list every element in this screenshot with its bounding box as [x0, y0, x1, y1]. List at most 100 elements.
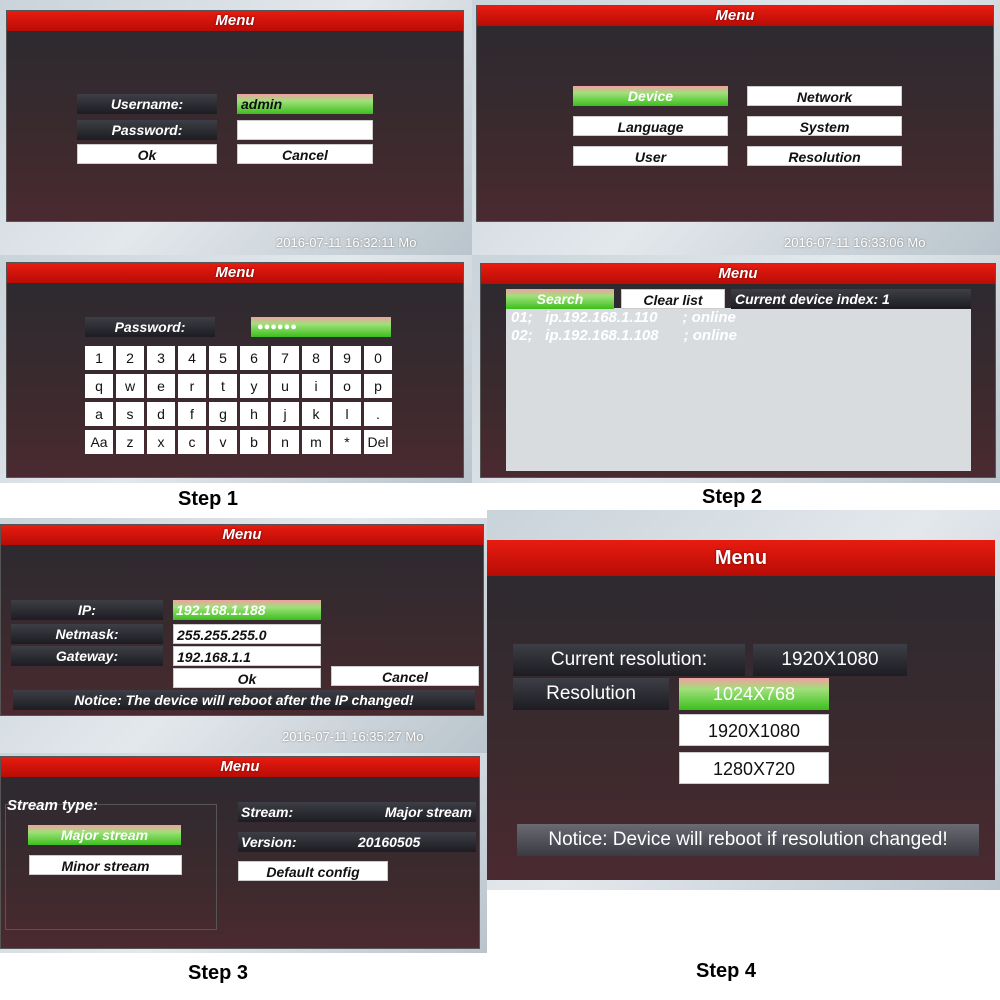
version-label: Version:	[241, 834, 297, 850]
key-w[interactable]: w	[116, 374, 144, 398]
menu-item-language[interactable]: Language	[573, 116, 728, 136]
ip-label: IP:	[11, 600, 163, 620]
ok-button[interactable]: Ok	[77, 144, 217, 164]
cancel-button[interactable]: Cancel	[331, 666, 479, 686]
photo-device-list: Menu Search Clear list Current device in…	[472, 255, 1000, 483]
key-8[interactable]: 8	[302, 346, 330, 370]
key-9[interactable]: 9	[333, 346, 361, 370]
netmask-label: Netmask:	[11, 624, 163, 644]
version-info: Version: 20160505	[238, 832, 476, 852]
menu-item-device[interactable]: Device	[573, 86, 728, 106]
key-2[interactable]: 2	[116, 346, 144, 370]
ip-notice: Notice: The device will reboot after the…	[13, 690, 475, 710]
key-l[interactable]: l	[333, 402, 361, 426]
key-r[interactable]: r	[178, 374, 206, 398]
network-panel: Menu IP: 192.168.1.188 Netmask: 255.255.…	[0, 524, 484, 716]
key-x[interactable]: x	[147, 430, 175, 454]
major-stream-button[interactable]: Major stream	[28, 825, 181, 845]
resolution-panel: Menu Current resolution: 1920X1080 Resol…	[487, 540, 995, 880]
key-g[interactable]: g	[209, 402, 237, 426]
key-6[interactable]: 6	[240, 346, 268, 370]
key-star[interactable]: *	[333, 430, 361, 454]
device-list-panel: Menu Search Clear list Current device in…	[480, 263, 996, 478]
key-k[interactable]: k	[302, 402, 330, 426]
password-field[interactable]	[237, 120, 373, 140]
key-aa[interactable]: Aa	[85, 430, 113, 454]
key-4[interactable]: 4	[178, 346, 206, 370]
index-label: Current device index:	[735, 291, 879, 307]
key-q[interactable]: q	[85, 374, 113, 398]
photo-resolution: Menu Current resolution: 1920X1080 Resol…	[487, 510, 1000, 890]
main-menu-panel: Menu Device Network Language System User…	[476, 5, 994, 222]
key-z[interactable]: z	[116, 430, 144, 454]
key-1[interactable]: 1	[85, 346, 113, 370]
minor-stream-button[interactable]: Minor stream	[29, 855, 182, 875]
key-0[interactable]: 0	[364, 346, 392, 370]
password-label: Password:	[85, 317, 215, 337]
key-del[interactable]: Del	[364, 430, 392, 454]
stream-value: Major stream	[384, 804, 472, 820]
gateway-field[interactable]: 192.168.1.1	[173, 646, 321, 666]
menu-item-user[interactable]: User	[573, 146, 728, 166]
timestamp: 2016-07-11 16:35:27 Mo	[282, 729, 424, 744]
username-field[interactable]: admin	[237, 94, 373, 114]
key-s[interactable]: s	[116, 402, 144, 426]
key-o[interactable]: o	[333, 374, 361, 398]
step-label: Step 3	[188, 962, 249, 984]
key-a[interactable]: a	[85, 402, 113, 426]
version-value: 20160505	[358, 834, 421, 850]
password-field[interactable]: ●●●●●●	[251, 317, 391, 337]
resolution-option-1024x768[interactable]: 1024X768	[679, 678, 829, 710]
menu-title-bar: Menu	[7, 11, 463, 31]
menu-item-resolution[interactable]: Resolution	[747, 146, 902, 166]
menu-title-bar: Menu	[487, 540, 995, 576]
key-h[interactable]: h	[240, 402, 268, 426]
ip-field[interactable]: 192.168.1.188	[173, 600, 321, 620]
netmask-field[interactable]: 255.255.255.0	[173, 624, 321, 644]
key-3[interactable]: 3	[147, 346, 175, 370]
default-config-button[interactable]: Default config	[238, 861, 388, 881]
resolution-option-1920x1080[interactable]: 1920X1080	[679, 714, 829, 746]
current-resolution-value: 1920X1080	[753, 644, 907, 676]
menu-title-bar: Menu	[7, 263, 463, 283]
menu-item-network[interactable]: Network	[747, 86, 902, 106]
photo-main-menu: Menu Device Network Language System User…	[472, 0, 1000, 255]
menu-item-system[interactable]: System	[747, 116, 902, 136]
key-7[interactable]: 7	[271, 346, 299, 370]
key-m[interactable]: m	[302, 430, 330, 454]
key-c[interactable]: c	[178, 430, 206, 454]
key-v[interactable]: v	[209, 430, 237, 454]
search-button[interactable]: Search	[506, 289, 614, 309]
resolution-option-1280x720[interactable]: 1280X720	[679, 752, 829, 784]
key-dot[interactable]: .	[364, 402, 392, 426]
key-u[interactable]: u	[271, 374, 299, 398]
stream-label: Stream:	[241, 804, 294, 820]
key-p[interactable]: p	[364, 374, 392, 398]
menu-title-bar: Menu	[477, 6, 993, 26]
keyboard-panel: Menu Password: ●●●●●● 1234567890 qwertyui…	[6, 262, 464, 478]
key-y[interactable]: y	[240, 374, 268, 398]
cancel-button[interactable]: Cancel	[237, 144, 373, 164]
key-n[interactable]: n	[271, 430, 299, 454]
photo-login: Menu Username: admin Password: Ok Cancel…	[0, 0, 472, 255]
key-b[interactable]: b	[240, 430, 268, 454]
key-5[interactable]: 5	[209, 346, 237, 370]
timestamp: 2016-07-11 16:32:11 Mo	[276, 235, 417, 250]
username-label: Username:	[77, 94, 217, 114]
device-row[interactable]: 02; ip.192.168.1.108 ; online	[511, 327, 737, 344]
step-label: Step 2	[702, 486, 763, 508]
photo-network: Menu IP: 192.168.1.188 Netmask: 255.255.…	[0, 518, 487, 753]
timestamp: 2016-07-11 16:33:06 Mo	[784, 235, 926, 250]
step-label: Step 4	[696, 960, 757, 982]
login-panel: Menu Username: admin Password: Ok Cancel	[6, 10, 464, 222]
key-j[interactable]: j	[271, 402, 299, 426]
ok-button[interactable]: Ok	[173, 668, 321, 688]
key-e[interactable]: e	[147, 374, 175, 398]
key-i[interactable]: i	[302, 374, 330, 398]
key-f[interactable]: f	[178, 402, 206, 426]
stream-type-label: Stream type:	[7, 797, 98, 814]
clear-list-button[interactable]: Clear list	[621, 289, 725, 309]
key-d[interactable]: d	[147, 402, 175, 426]
device-row[interactable]: 01; ip.192.168.1.110 ; online	[511, 309, 736, 326]
key-t[interactable]: t	[209, 374, 237, 398]
